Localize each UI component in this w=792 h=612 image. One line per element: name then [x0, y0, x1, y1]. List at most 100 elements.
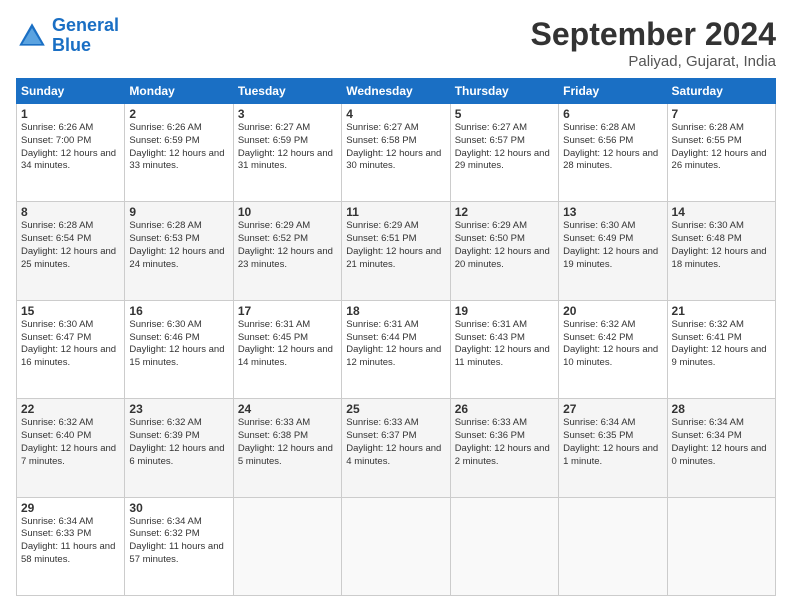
day-number: 18 — [346, 304, 445, 318]
day-number: 2 — [129, 107, 228, 121]
calendar-cell: 19Sunrise: 6:31 AMSunset: 6:43 PMDayligh… — [450, 300, 558, 398]
cell-content: Sunrise: 6:26 AMSunset: 6:59 PMDaylight:… — [129, 122, 228, 173]
calendar-header-wednesday: Wednesday — [342, 79, 450, 104]
day-number: 15 — [21, 304, 120, 318]
calendar-cell: 5Sunrise: 6:27 AMSunset: 6:57 PMDaylight… — [450, 104, 558, 202]
cell-content: Sunrise: 6:28 AMSunset: 6:53 PMDaylight:… — [129, 220, 228, 271]
day-number: 5 — [455, 107, 554, 121]
calendar-cell: 26Sunrise: 6:33 AMSunset: 6:36 PMDayligh… — [450, 399, 558, 497]
calendar-header-saturday: Saturday — [667, 79, 775, 104]
calendar-header-sunday: Sunday — [17, 79, 125, 104]
calendar-cell: 17Sunrise: 6:31 AMSunset: 6:45 PMDayligh… — [233, 300, 341, 398]
cell-content: Sunrise: 6:32 AMSunset: 6:40 PMDaylight:… — [21, 417, 120, 468]
calendar-cell: 18Sunrise: 6:31 AMSunset: 6:44 PMDayligh… — [342, 300, 450, 398]
calendar-cell: 9Sunrise: 6:28 AMSunset: 6:53 PMDaylight… — [125, 202, 233, 300]
cell-content: Sunrise: 6:28 AMSunset: 6:56 PMDaylight:… — [563, 122, 662, 173]
day-number: 28 — [672, 402, 771, 416]
day-number: 7 — [672, 107, 771, 121]
cell-content: Sunrise: 6:34 AMSunset: 6:35 PMDaylight:… — [563, 417, 662, 468]
cell-content: Sunrise: 6:32 AMSunset: 6:42 PMDaylight:… — [563, 319, 662, 370]
calendar-week-4: 22Sunrise: 6:32 AMSunset: 6:40 PMDayligh… — [17, 399, 776, 497]
calendar-cell: 21Sunrise: 6:32 AMSunset: 6:41 PMDayligh… — [667, 300, 775, 398]
calendar-cell: 16Sunrise: 6:30 AMSunset: 6:46 PMDayligh… — [125, 300, 233, 398]
cell-content: Sunrise: 6:31 AMSunset: 6:44 PMDaylight:… — [346, 319, 445, 370]
cell-content: Sunrise: 6:33 AMSunset: 6:36 PMDaylight:… — [455, 417, 554, 468]
cell-content: Sunrise: 6:28 AMSunset: 6:54 PMDaylight:… — [21, 220, 120, 271]
calendar-cell — [559, 497, 667, 595]
calendar-header-row: SundayMondayTuesdayWednesdayThursdayFrid… — [17, 79, 776, 104]
cell-content: Sunrise: 6:29 AMSunset: 6:51 PMDaylight:… — [346, 220, 445, 271]
day-number: 17 — [238, 304, 337, 318]
day-number: 13 — [563, 205, 662, 219]
day-number: 21 — [672, 304, 771, 318]
calendar-cell: 1Sunrise: 6:26 AMSunset: 7:00 PMDaylight… — [17, 104, 125, 202]
calendar-cell — [450, 497, 558, 595]
calendar-week-1: 1Sunrise: 6:26 AMSunset: 7:00 PMDaylight… — [17, 104, 776, 202]
calendar-cell: 27Sunrise: 6:34 AMSunset: 6:35 PMDayligh… — [559, 399, 667, 497]
calendar-cell: 12Sunrise: 6:29 AMSunset: 6:50 PMDayligh… — [450, 202, 558, 300]
day-number: 23 — [129, 402, 228, 416]
title-block: September 2024 Paliyad, Gujarat, India — [531, 16, 776, 70]
cell-content: Sunrise: 6:31 AMSunset: 6:43 PMDaylight:… — [455, 319, 554, 370]
month-title: September 2024 — [531, 16, 776, 53]
cell-content: Sunrise: 6:33 AMSunset: 6:38 PMDaylight:… — [238, 417, 337, 468]
calendar-cell — [233, 497, 341, 595]
location: Paliyad, Gujarat, India — [531, 53, 776, 70]
calendar-cell: 14Sunrise: 6:30 AMSunset: 6:48 PMDayligh… — [667, 202, 775, 300]
page: General Blue September 2024 Paliyad, Guj… — [0, 0, 792, 612]
calendar-cell: 22Sunrise: 6:32 AMSunset: 6:40 PMDayligh… — [17, 399, 125, 497]
cell-content: Sunrise: 6:30 AMSunset: 6:49 PMDaylight:… — [563, 220, 662, 271]
logo-text: General Blue — [52, 16, 119, 56]
calendar-week-5: 29Sunrise: 6:34 AMSunset: 6:33 PMDayligh… — [17, 497, 776, 595]
calendar-cell: 3Sunrise: 6:27 AMSunset: 6:59 PMDaylight… — [233, 104, 341, 202]
calendar-cell: 13Sunrise: 6:30 AMSunset: 6:49 PMDayligh… — [559, 202, 667, 300]
calendar-header-tuesday: Tuesday — [233, 79, 341, 104]
day-number: 20 — [563, 304, 662, 318]
cell-content: Sunrise: 6:30 AMSunset: 6:46 PMDaylight:… — [129, 319, 228, 370]
cell-content: Sunrise: 6:29 AMSunset: 6:50 PMDaylight:… — [455, 220, 554, 271]
calendar-table: SundayMondayTuesdayWednesdayThursdayFrid… — [16, 78, 776, 596]
cell-content: Sunrise: 6:30 AMSunset: 6:47 PMDaylight:… — [21, 319, 120, 370]
calendar-cell: 20Sunrise: 6:32 AMSunset: 6:42 PMDayligh… — [559, 300, 667, 398]
cell-content: Sunrise: 6:27 AMSunset: 6:59 PMDaylight:… — [238, 122, 337, 173]
day-number: 12 — [455, 205, 554, 219]
calendar-week-3: 15Sunrise: 6:30 AMSunset: 6:47 PMDayligh… — [17, 300, 776, 398]
calendar-cell — [342, 497, 450, 595]
day-number: 10 — [238, 205, 337, 219]
cell-content: Sunrise: 6:28 AMSunset: 6:55 PMDaylight:… — [672, 122, 771, 173]
calendar-cell: 24Sunrise: 6:33 AMSunset: 6:38 PMDayligh… — [233, 399, 341, 497]
cell-content: Sunrise: 6:29 AMSunset: 6:52 PMDaylight:… — [238, 220, 337, 271]
calendar-cell — [667, 497, 775, 595]
day-number: 9 — [129, 205, 228, 219]
day-number: 30 — [129, 501, 228, 515]
day-number: 22 — [21, 402, 120, 416]
calendar-cell: 30Sunrise: 6:34 AMSunset: 6:32 PMDayligh… — [125, 497, 233, 595]
calendar-week-2: 8Sunrise: 6:28 AMSunset: 6:54 PMDaylight… — [17, 202, 776, 300]
cell-content: Sunrise: 6:34 AMSunset: 6:34 PMDaylight:… — [672, 417, 771, 468]
day-number: 4 — [346, 107, 445, 121]
day-number: 26 — [455, 402, 554, 416]
calendar-cell: 7Sunrise: 6:28 AMSunset: 6:55 PMDaylight… — [667, 104, 775, 202]
cell-content: Sunrise: 6:31 AMSunset: 6:45 PMDaylight:… — [238, 319, 337, 370]
calendar-cell: 6Sunrise: 6:28 AMSunset: 6:56 PMDaylight… — [559, 104, 667, 202]
cell-content: Sunrise: 6:33 AMSunset: 6:37 PMDaylight:… — [346, 417, 445, 468]
cell-content: Sunrise: 6:32 AMSunset: 6:41 PMDaylight:… — [672, 319, 771, 370]
calendar-header-friday: Friday — [559, 79, 667, 104]
day-number: 27 — [563, 402, 662, 416]
calendar-header-monday: Monday — [125, 79, 233, 104]
day-number: 16 — [129, 304, 228, 318]
cell-content: Sunrise: 6:27 AMSunset: 6:58 PMDaylight:… — [346, 122, 445, 173]
calendar-cell: 29Sunrise: 6:34 AMSunset: 6:33 PMDayligh… — [17, 497, 125, 595]
day-number: 25 — [346, 402, 445, 416]
calendar-cell: 8Sunrise: 6:28 AMSunset: 6:54 PMDaylight… — [17, 202, 125, 300]
calendar-header-thursday: Thursday — [450, 79, 558, 104]
cell-content: Sunrise: 6:30 AMSunset: 6:48 PMDaylight:… — [672, 220, 771, 271]
day-number: 29 — [21, 501, 120, 515]
day-number: 24 — [238, 402, 337, 416]
logo-icon — [16, 20, 48, 52]
day-number: 6 — [563, 107, 662, 121]
calendar-cell: 15Sunrise: 6:30 AMSunset: 6:47 PMDayligh… — [17, 300, 125, 398]
calendar-cell: 4Sunrise: 6:27 AMSunset: 6:58 PMDaylight… — [342, 104, 450, 202]
day-number: 1 — [21, 107, 120, 121]
day-number: 8 — [21, 205, 120, 219]
